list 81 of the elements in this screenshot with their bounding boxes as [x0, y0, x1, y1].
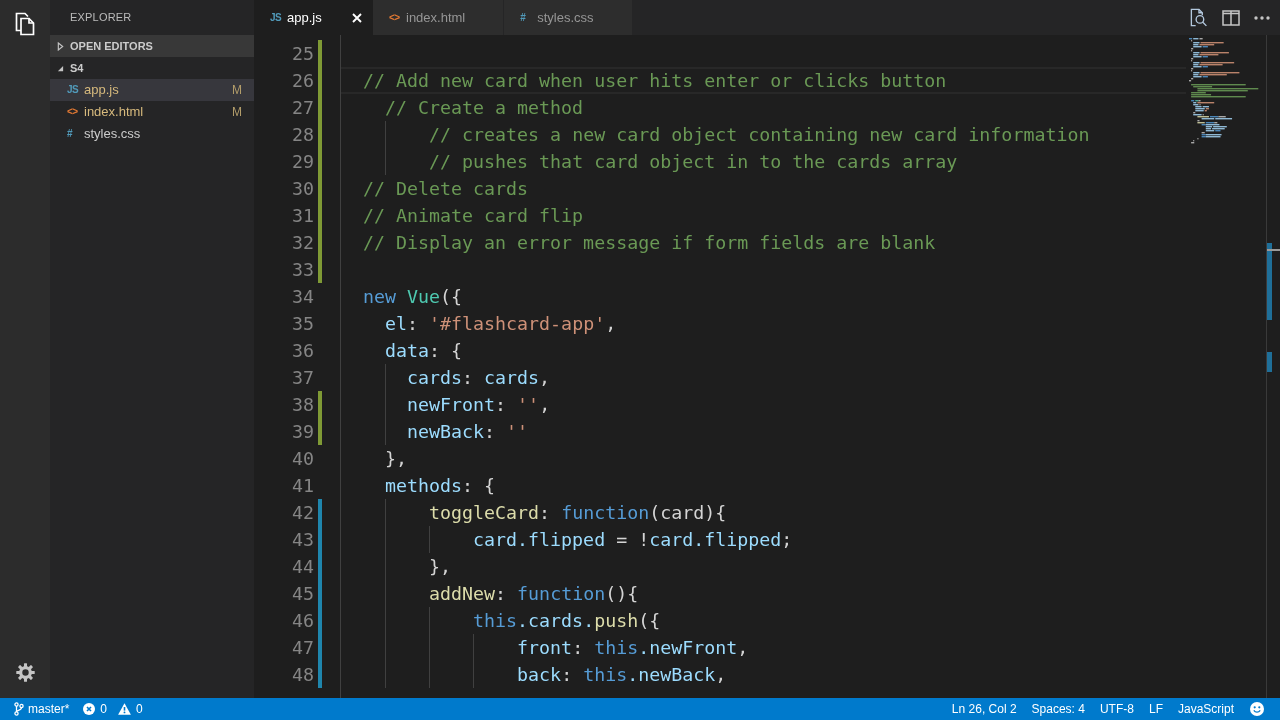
settings-icon[interactable] [15, 663, 35, 682]
branch-button[interactable]: master* [14, 700, 70, 718]
line-number: 42 [291, 501, 314, 525]
line-number: 25 [291, 42, 314, 66]
line-number: 29 [291, 150, 314, 174]
line-number: 38 [291, 393, 314, 417]
code-line: cards: cards, [407, 367, 551, 388]
line-number: 43 [291, 528, 314, 552]
warning-icon [118, 703, 132, 715]
line-number: 37 [291, 366, 314, 390]
more-icon[interactable] [1254, 15, 1270, 20]
sidebar-title: EXPLORER [70, 10, 132, 26]
code-line: newBack: '' [407, 421, 529, 442]
language-mode[interactable]: JavaScript [1177, 700, 1234, 718]
code-line: // pushes that card object in to the cards array [429, 151, 958, 172]
code-line: el: '#flashcard-app', [385, 313, 617, 334]
git-status-letter: M [232, 104, 242, 121]
git-status-letter: M [232, 82, 242, 99]
close-icon[interactable] [352, 12, 362, 23]
line-number: 48 [291, 663, 314, 687]
line-number: 28 [291, 123, 314, 147]
editor-tab[interactable]: JS app.js [254, 0, 373, 35]
code-line: data: { [385, 340, 463, 361]
cursor-position[interactable]: Ln 26, Col 2 [951, 700, 1017, 718]
code-line: new Vue({ [363, 286, 463, 307]
code-line: card.flipped = !card.flipped; [473, 529, 793, 550]
line-number: 31 [291, 204, 314, 228]
code-line: back: this.newBack, [517, 664, 727, 685]
branch-icon [14, 702, 24, 716]
code-line: // Delete cards [363, 178, 529, 199]
line-ending-setting[interactable]: LF [1148, 700, 1163, 718]
problems-button[interactable]: 0 0 [83, 700, 143, 718]
file-type-icon: <> [67, 107, 79, 117]
line-number: 32 [291, 231, 314, 255]
line-number: 44 [291, 555, 314, 579]
code-line: this.cards.push({ [473, 610, 661, 631]
line-number: 30 [291, 177, 314, 201]
code-line: // Animate card flip [363, 205, 584, 226]
editor-tab[interactable]: <> index.html [373, 0, 505, 35]
line-number: 35 [291, 312, 314, 336]
code-line: methods: { [385, 475, 496, 496]
code-line: }, [429, 556, 452, 577]
file-item[interactable]: # styles.css [50, 123, 254, 145]
line-number: 45 [291, 582, 314, 606]
file-type-icon: # [520, 12, 533, 23]
section-header[interactable]: S4 [50, 57, 254, 79]
indentation-setting[interactable]: Spaces: 4 [1031, 700, 1085, 718]
section-header[interactable]: OPEN EDITORS [50, 35, 254, 57]
file-type-icon: <> [389, 12, 401, 23]
encoding-setting[interactable]: UTF-8 [1099, 700, 1134, 718]
code-line: // Display an error message if form fields are blank [363, 232, 936, 253]
code-line: // Create a method [385, 97, 584, 118]
line-number: 34 [291, 285, 314, 309]
code-line: // creates a new card object containing new card information [429, 124, 1090, 145]
smiley-icon[interactable] [1250, 702, 1264, 716]
code-line: // Add new card when user hits enter or clicks button [363, 70, 947, 91]
files-icon[interactable] [14, 12, 36, 36]
line-number: 46 [291, 609, 314, 633]
line-number: 36 [291, 339, 314, 363]
line-number: 39 [291, 420, 314, 444]
line-number: 33 [291, 258, 314, 282]
file-item[interactable]: <> index.html M [50, 101, 254, 123]
minimap-drawing[interactable] [1189, 38, 1261, 144]
file-type-icon: JS [270, 12, 282, 23]
error-icon [83, 703, 96, 715]
code-line: }, [385, 448, 408, 469]
code-line: toggleCard: function(card){ [429, 502, 727, 523]
editor-tab[interactable]: # styles.css [504, 0, 633, 35]
code-line: newFront: '', [407, 394, 551, 415]
line-number: 41 [291, 474, 314, 498]
document-magnifier-icon[interactable] [1189, 8, 1208, 27]
split-view-icon[interactable] [1222, 9, 1240, 26]
file-item[interactable]: JS app.js M [50, 79, 254, 101]
file-type-icon: JS [67, 85, 79, 95]
code-line: front: this.newFront, [517, 637, 749, 658]
file-type-icon: # [67, 129, 79, 139]
line-number: 26 [291, 69, 314, 93]
line-number: 47 [291, 636, 314, 660]
code-line: addNew: function(){ [429, 583, 639, 604]
line-number: 40 [291, 447, 314, 471]
line-number: 27 [291, 96, 314, 120]
